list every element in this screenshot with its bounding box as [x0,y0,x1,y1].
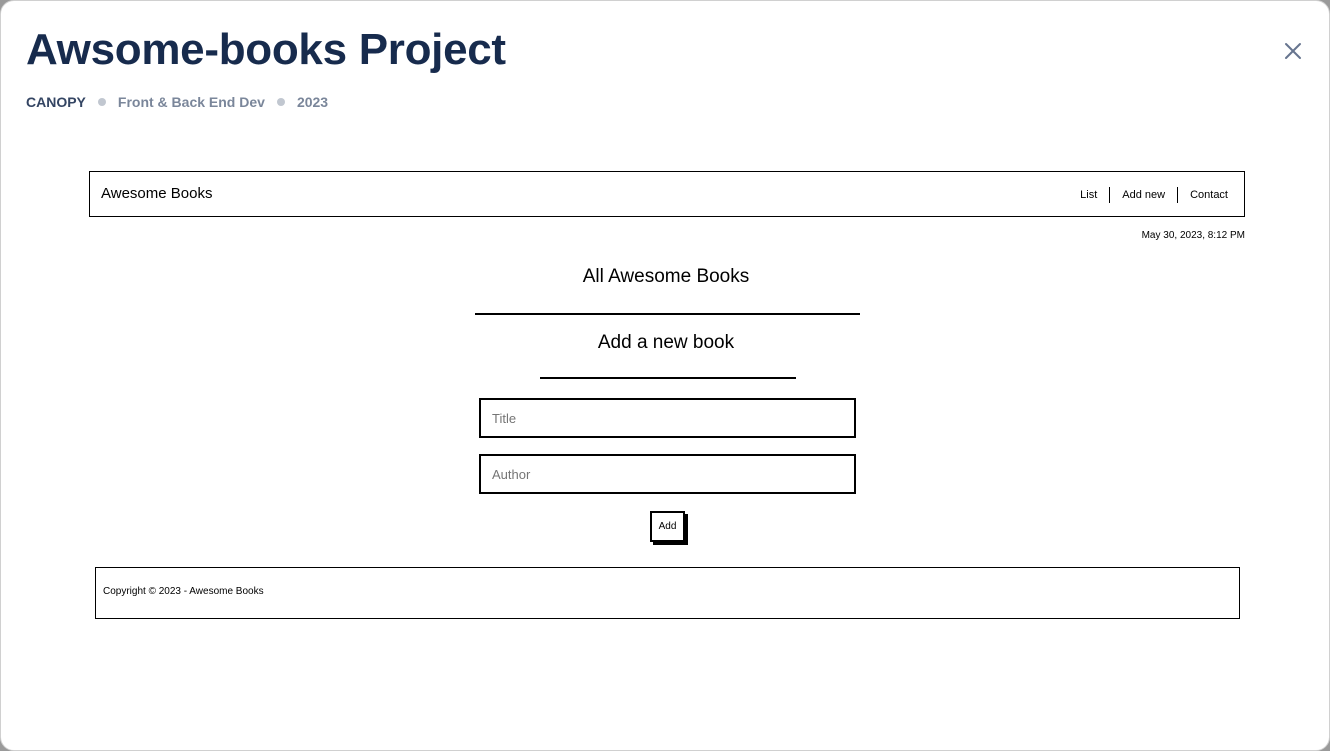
nav-link-add-new[interactable]: Add new [1109,187,1177,203]
nav-link-contact[interactable]: Contact [1177,187,1230,203]
app-brand: Awesome Books [101,185,213,202]
list-title: All Awesome Books [582,266,750,287]
project-meta: CANOPY Front & Back End Dev 2023 [26,94,328,110]
app-footer: Copyright © 2023 - Awesome Books [95,567,1240,619]
app-navbar: Awesome Books List Add new Contact [89,171,1245,217]
project-modal: Awsome-books Project CANOPY Front & Back… [0,0,1330,751]
modal-title: Awsome-books Project [26,25,506,74]
meta-separator-dot [276,98,285,106]
form-title: Add a new book [597,332,735,353]
close-icon [1285,43,1301,59]
footer-copyright: Copyright © 2023 - Awesome Books [103,586,264,597]
add-button[interactable]: Add [650,511,685,542]
app-date: May 30, 2023, 8:12 PM [1141,230,1245,241]
author-input[interactable] [479,454,856,494]
meta-year: 2023 [296,94,329,110]
close-button[interactable] [1279,37,1307,65]
meta-separator-dot [97,98,106,106]
list-divider [475,313,860,315]
nav-link-list[interactable]: List [1068,187,1109,203]
meta-role: Front & Back End Dev [117,94,265,110]
title-input[interactable] [479,398,856,438]
meta-client: CANOPY [26,94,86,110]
app-nav-links: List Add new Contact [1068,187,1230,203]
form-divider [540,377,796,379]
